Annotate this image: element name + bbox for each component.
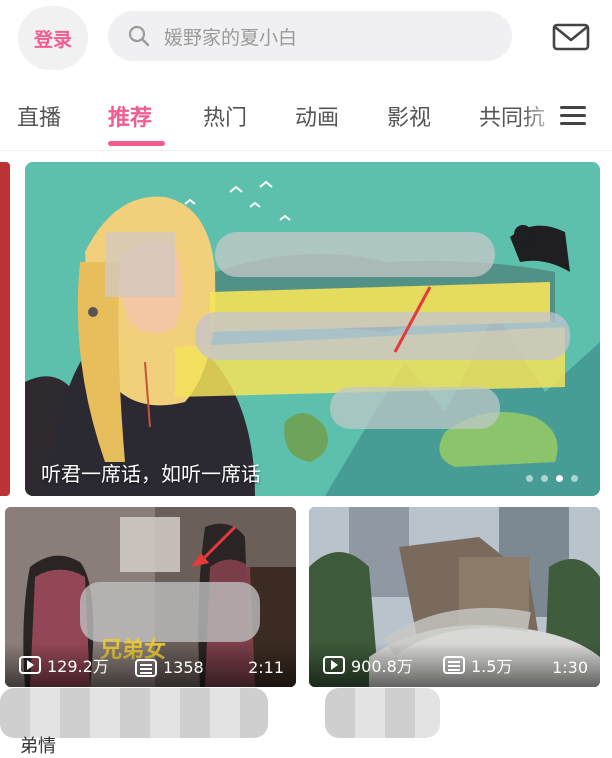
danmaku-icon	[443, 656, 465, 674]
video-card[interactable]: 900.8万 1.5万 1:30	[309, 507, 600, 687]
top-bar: 登录 媛野家的夏小白	[0, 0, 612, 80]
banner-caption: 听君一席话，如听一席话	[41, 462, 261, 486]
pagination-dot	[526, 475, 533, 482]
pagination-dot	[541, 475, 548, 482]
video-title-blurred[interactable]	[325, 688, 440, 738]
tab-hot[interactable]: 热门	[203, 100, 247, 132]
tabs-fade	[522, 86, 562, 146]
mail-icon[interactable]	[552, 22, 590, 52]
search-icon	[128, 25, 150, 47]
view-count: 900.8万	[323, 653, 413, 677]
video-duration: 2:11	[248, 658, 284, 677]
view-count: 129.2万	[19, 653, 109, 677]
video-title-fragment: 弟情	[20, 736, 56, 757]
divider	[0, 150, 612, 151]
video-duration: 1:30	[552, 658, 588, 677]
login-button[interactable]: 登录	[18, 6, 88, 70]
play-count-icon	[323, 656, 345, 674]
play-count-icon	[19, 656, 41, 674]
video-title-blurred[interactable]	[0, 688, 268, 738]
danmaku-count: 1358	[135, 658, 204, 677]
tab-anime[interactable]: 动画	[295, 100, 339, 132]
search-bar[interactable]: 媛野家的夏小白	[108, 11, 512, 61]
banner-carousel[interactable]: 听君一席话，如听一席话	[25, 162, 600, 496]
menu-icon[interactable]	[560, 104, 586, 128]
banner-previous-peek[interactable]	[0, 162, 10, 496]
video-card[interactable]: 兄弟女 129.2万 1358 2:11	[5, 507, 296, 687]
active-tab-indicator	[108, 141, 165, 146]
tab-film[interactable]: 影视	[387, 100, 431, 132]
banner-illustration	[25, 162, 600, 496]
danmaku-icon	[135, 658, 157, 677]
category-tabs: 直播 推荐 热门 动画 影视 共同抗	[0, 86, 612, 146]
search-placeholder: 媛野家的夏小白	[164, 27, 298, 49]
pagination-dot-active	[556, 475, 563, 482]
tab-recommend[interactable]: 推荐	[108, 100, 152, 132]
danmaku-count: 1.5万	[443, 653, 512, 677]
banner-pagination	[526, 475, 578, 482]
tab-live[interactable]: 直播	[17, 100, 61, 132]
pagination-dot	[571, 475, 578, 482]
